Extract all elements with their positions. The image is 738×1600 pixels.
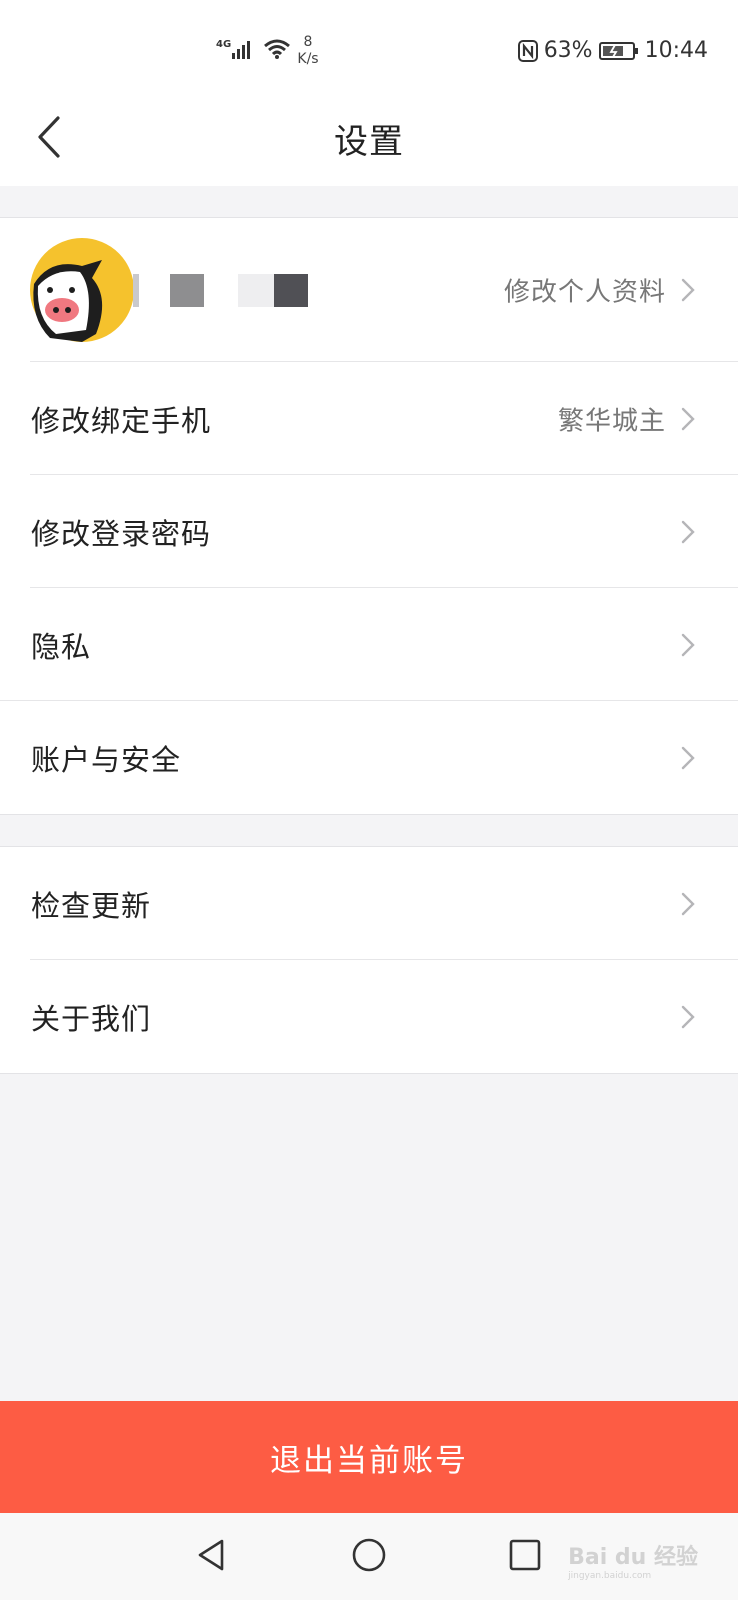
network-speed: 8 K/s [297, 34, 319, 67]
watermark: Bai du 经验 jingyan.baidu.com [568, 1545, 698, 1581]
settings-group-app: 检查更新 关于我们 [0, 846, 738, 1074]
nfc-icon [517, 39, 538, 62]
status-bar: 4G 8 K/s 63% 10:44 [0, 0, 738, 88]
logout-button[interactable]: 退出当前账号 [0, 1401, 738, 1513]
edit-profile-label: 修改个人资料 [503, 277, 666, 308]
clock: 10:44 [644, 38, 708, 63]
nav-back-icon[interactable] [192, 1535, 232, 1575]
nav-recents-icon[interactable] [505, 1535, 545, 1575]
row-account-security[interactable]: 账户与安全 [0, 701, 738, 814]
row-label: 修改登录密码 [31, 516, 212, 551]
row-label: 关于我们 [31, 1001, 152, 1036]
row-label: 账户与安全 [31, 742, 182, 777]
username-mask [170, 274, 204, 307]
system-nav-bar: Bai du 经验 jingyan.baidu.com [0, 1513, 738, 1600]
battery-charging-icon [598, 41, 638, 60]
row-change-phone[interactable]: 修改绑定手机 繁华城主 [0, 362, 738, 475]
network-indicators: 4G [216, 38, 291, 60]
settings-group-account: 修改个人资料 修改绑定手机 繁华城主 修改登录密码 隐私 账户与安全 [0, 217, 738, 815]
row-privacy[interactable]: 隐私 [0, 588, 738, 701]
username-mask [274, 274, 308, 307]
row-label: 检查更新 [31, 888, 152, 923]
chevron-right-icon [681, 278, 695, 302]
row-label: 修改绑定手机 [31, 403, 212, 438]
avatar [30, 238, 134, 342]
row-about-us[interactable]: 关于我们 [0, 960, 738, 1073]
chevron-right-icon [681, 746, 695, 769]
header: 设置 [0, 88, 738, 186]
chevron-right-icon [681, 892, 695, 915]
username-mask [238, 274, 274, 307]
nav-home-icon[interactable] [349, 1535, 389, 1575]
row-check-update[interactable]: 检查更新 [0, 847, 738, 960]
username-mask [133, 274, 139, 307]
chevron-right-icon [681, 633, 695, 656]
wifi-icon [264, 39, 291, 59]
battery-percent: 63% [543, 38, 593, 63]
chevron-right-icon [681, 520, 695, 543]
row-change-password[interactable]: 修改登录密码 [0, 475, 738, 588]
network-type: 4G [216, 39, 232, 50]
profile-row[interactable]: 修改个人资料 [0, 218, 738, 362]
signal-icon [232, 41, 251, 59]
row-label: 隐私 [31, 629, 92, 664]
settings-page: 4G 8 K/s 63% 10:44 设置 修改个人资料 修改绑定手机 繁华城主… [0, 0, 738, 1600]
chevron-right-icon [681, 1005, 695, 1028]
chevron-right-icon [681, 407, 695, 430]
row-value: 繁华城主 [557, 406, 666, 436]
page-title: 设置 [334, 122, 404, 162]
status-right: 63% 10:44 [517, 38, 708, 63]
